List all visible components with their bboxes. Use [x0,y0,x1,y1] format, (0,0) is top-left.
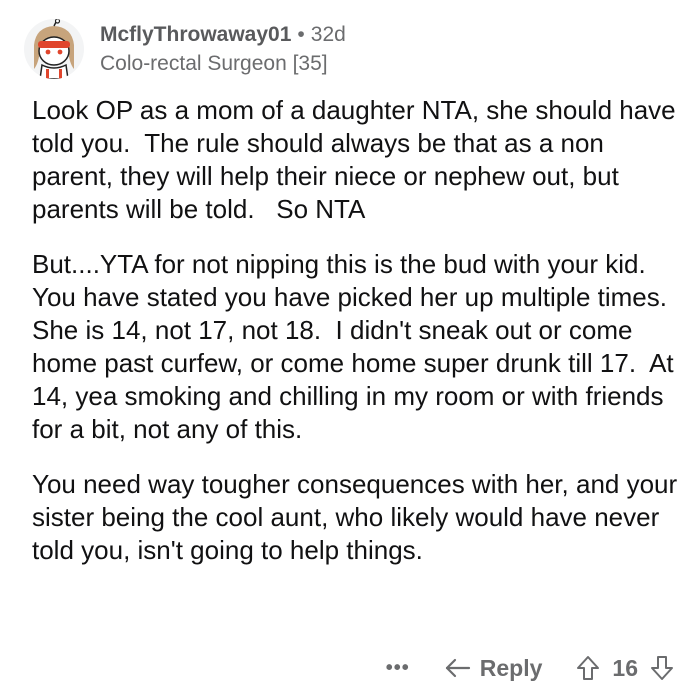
comment-meta: McflyThrowaway01 • 32d Colo-rectal Surge… [100,21,346,78]
comment-actions: ••• Reply 16 [386,650,674,686]
snoo-avatar-icon[interactable] [24,19,84,79]
comment-age: 32d [310,22,346,46]
comment-paragraph: You need way tougher consequences with h… [32,469,685,565]
upvote-arrow-icon[interactable] [576,655,600,681]
comment-card: McflyThrowaway01 • 32d Colo-rectal Surge… [0,0,700,700]
comment-header: McflyThrowaway01 • 32d Colo-rectal Surge… [24,14,346,84]
downvote-arrow-icon[interactable] [650,655,674,681]
comment-paragraph: But....YTA for not nipping this is the b… [32,249,682,444]
user-flair: Colo-rectal Surgeon [35] [100,52,328,75]
meta-separator: • [297,22,305,46]
vote-score: 16 [612,654,638,681]
vote-controls: 16 [576,655,674,682]
author-line: McflyThrowaway01 • 32d [100,21,346,48]
more-options-icon[interactable]: ••• [386,657,410,680]
reply-label: Reply [479,654,543,681]
comment-paragraph: Look OP as a mom of a daughter NTA, she … [32,95,683,224]
reply-arrow-icon [444,657,472,679]
reply-button[interactable]: Reply [444,654,543,682]
comment-body: Look OP as a mom of a daughter NTA, she … [32,94,682,589]
author-username[interactable]: McflyThrowaway01 [100,21,291,48]
